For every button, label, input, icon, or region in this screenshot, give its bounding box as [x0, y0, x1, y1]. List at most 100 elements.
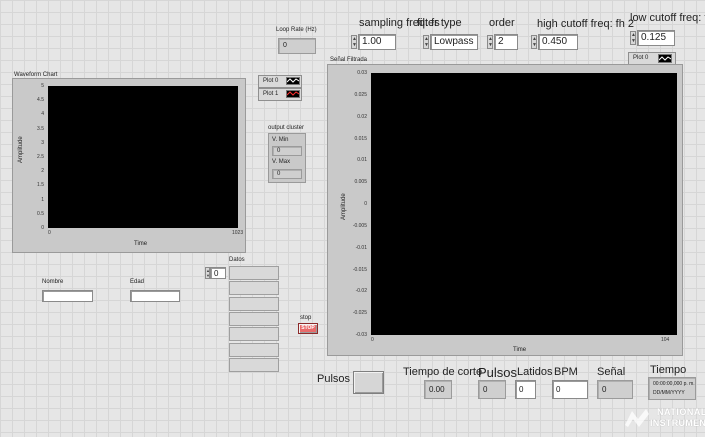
vmin-label: V. Min — [272, 137, 289, 143]
waveform-plot-area[interactable] — [48, 86, 238, 228]
waveform-y-tick: 4.5 — [37, 97, 44, 104]
sampling-incdec[interactable]: ▲ ▼ — [351, 35, 357, 49]
senal-y-tick: -0.02 — [355, 288, 367, 295]
pulsos-label: Pulsos — [478, 365, 518, 380]
senal-filtrada-plot-area[interactable] — [371, 73, 677, 335]
senal-y-tick: 0.03 — [357, 70, 367, 76]
waveform-y-tick: 0.5 — [37, 210, 44, 217]
bpm-label: BPM — [554, 366, 578, 378]
senal-y-tick: 0.02 — [357, 113, 367, 120]
waveform-y-tick: 3 — [41, 139, 44, 146]
order-incdec[interactable]: ▲ ▼ — [487, 35, 493, 49]
senal-y-tick: -0.005 — [352, 222, 367, 229]
waveform-y-tick: 4 — [41, 111, 44, 118]
sampling-freq-input[interactable]: 1.00 — [358, 34, 396, 50]
low-cutoff-label: low cutoff freq: fl — [630, 12, 705, 24]
senal-y-tick: 0.005 — [354, 179, 367, 186]
senal-x-end: 104 — [661, 337, 670, 343]
senal-y-tick: -0.01 — [355, 244, 367, 251]
loop-rate-label: Loop Rate (Hz) — [276, 27, 317, 33]
senal-filtrada-chart[interactable]: Amplitude Time 0 104 0.03 0.025 0.02 0.015 0… — [327, 64, 683, 356]
waveform-y-tick: 1.5 — [37, 182, 44, 189]
ni-logo-line1: NATIONAL — [657, 407, 705, 417]
high-cutoff-label-text: high cutoff freq: fh — [537, 18, 625, 30]
waveform-red-icon — [286, 90, 300, 98]
senal-label: Señal — [597, 366, 626, 378]
high-cutoff-input[interactable]: 0.450 — [538, 34, 578, 50]
waveform-x-title: Time — [134, 241, 148, 247]
plot-legend-item-1[interactable]: Plot 1 — [258, 88, 302, 101]
vmax-label: V. Max — [272, 159, 291, 165]
nombre-label: Nombre — [42, 279, 64, 285]
datos-array-cell[interactable] — [229, 357, 279, 372]
waveform-y-tick: 2.5 — [37, 154, 44, 160]
pulsos-indicator: 0 — [478, 380, 506, 399]
datos-array-cell[interactable] — [229, 281, 279, 296]
high-cutoff-incdec[interactable]: ▲ ▼ — [531, 35, 537, 49]
high-cutoff-label: high cutoff freq: fh 2 — [537, 18, 634, 30]
latidos-label: Latidos — [517, 366, 553, 378]
datos-array-cell[interactable] — [229, 327, 279, 342]
low-cutoff-input[interactable]: 0.125 — [637, 30, 675, 46]
senal-y-tick: 0.01 — [357, 157, 367, 164]
plot-legend-label-0: Plot 0 — [263, 78, 279, 84]
waveform-y-tick: 5 — [41, 83, 44, 89]
filter-type-label: filter type — [417, 17, 462, 29]
filter-type-ring[interactable]: Lowpass — [430, 34, 478, 50]
ni-logo-line2: INSTRUMENTS — [650, 418, 705, 428]
waveform-white-icon — [658, 54, 672, 63]
senal-x-title: Time — [513, 347, 527, 353]
edad-label: Edad — [130, 279, 145, 285]
vmax-indicator: 0 — [272, 169, 302, 179]
senal-y-tick: -0.015 — [352, 266, 367, 273]
waveform-y-tick: 2 — [41, 168, 44, 175]
tiempo-time: 00:00:00,000 p. m. — [653, 381, 695, 387]
eagle-logo-icon — [625, 409, 649, 427]
loop-rate-indicator: 0 — [278, 38, 316, 54]
senal-x-start: 0 — [371, 337, 374, 343]
datos-array-cell[interactable] — [229, 342, 279, 357]
low-cutoff-incdec[interactable]: ▲ ▼ — [630, 31, 636, 45]
datos-index-input[interactable]: 0 — [210, 267, 226, 279]
pulsos-button-label: Pulsos — [317, 373, 351, 385]
senal-filtrada-legend-label: Plot 0 — [633, 55, 649, 61]
national-instruments-logo: NATIONAL INSTRUMENTS — [624, 404, 705, 436]
tiempo-date: DD/MM/YYYY — [653, 390, 685, 396]
waveform-x-start: 0 — [48, 230, 51, 236]
output-cluster: V. Min 0 V. Max 0 — [268, 133, 306, 183]
stop-label: stop — [300, 315, 312, 321]
bpm-input[interactable]: 0 — [552, 380, 588, 399]
datos-array-cell[interactable] — [229, 266, 279, 280]
senal-y-title: Amplitude — [341, 193, 347, 220]
latidos-input[interactable]: 0 — [515, 380, 536, 399]
waveform-white-icon — [286, 77, 300, 85]
output-cluster-label: output cluster — [268, 125, 305, 131]
senal-y-tick: 0.015 — [354, 135, 367, 142]
order-input[interactable]: 2 — [494, 34, 518, 50]
stop-button[interactable]: STOP — [298, 323, 318, 334]
filter-type-incdec[interactable]: ▲ ▼ — [423, 35, 429, 49]
plot-legend-label-1: Plot 1 — [263, 91, 279, 97]
order-label: order — [489, 17, 515, 29]
waveform-y-title: Amplitude — [18, 136, 24, 163]
waveform-y-tick: 0 — [41, 225, 44, 231]
tiempo-label: Tiempo — [650, 364, 687, 376]
tiempo-indicator: 00:00:00,000 p. m. DD/MM/YYYY — [648, 377, 696, 400]
datos-array-cell[interactable] — [229, 311, 279, 326]
pulsos-button[interactable] — [353, 371, 384, 394]
edad-input[interactable] — [130, 290, 180, 302]
senal-y-tick: 0.025 — [354, 91, 367, 98]
vmin-indicator: 0 — [272, 146, 302, 156]
senal-y-tick: -0.025 — [352, 310, 367, 317]
senal-y-tick: 0 — [364, 201, 367, 207]
datos-array-cell[interactable] — [229, 296, 279, 311]
waveform-x-end: 1023 — [232, 230, 244, 236]
plot-legend-item-0[interactable]: Plot 0 — [258, 75, 302, 88]
waveform-chart[interactable]: Amplitude Time 0 1023 5 4.5 4 3.5 3 2.5 2 1.5 1 0… — [12, 78, 246, 253]
tiempo-corte-label: Tiempo de corte — [403, 366, 483, 378]
waveform-y-tick: 1 — [41, 196, 44, 203]
senal-y-tick: -0.03 — [355, 332, 367, 338]
nombre-input[interactable] — [42, 290, 93, 302]
waveform-y-tick: 3.5 — [37, 125, 44, 132]
tiempo-corte-indicator: 0.00 — [424, 380, 452, 399]
